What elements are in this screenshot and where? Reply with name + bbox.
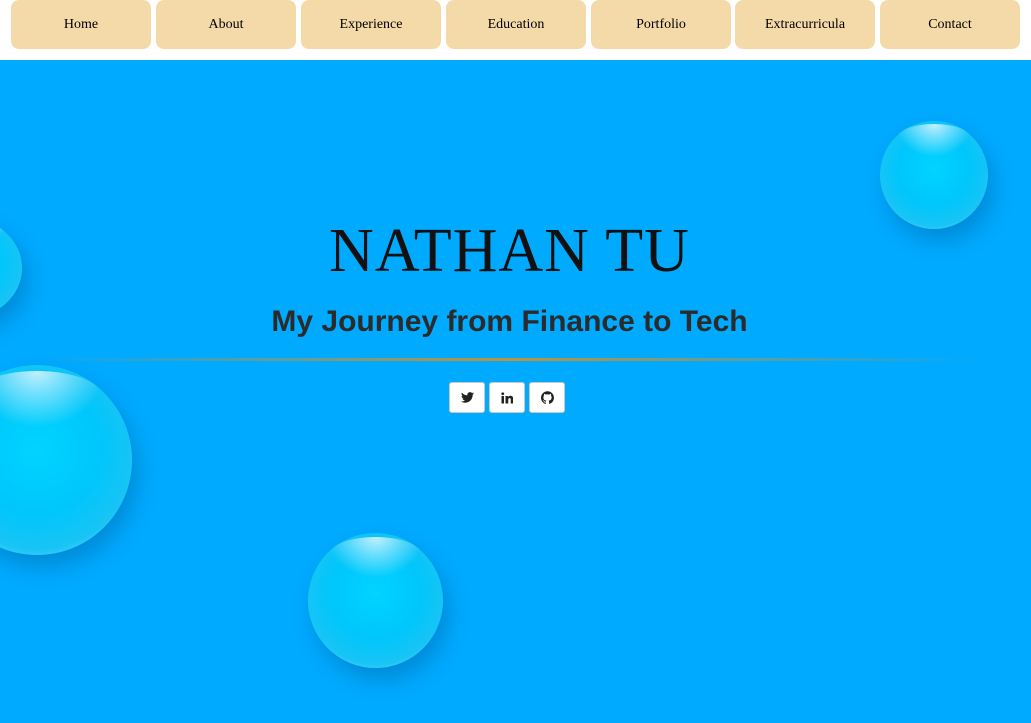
decorative-bubble <box>880 121 988 229</box>
social-links <box>449 382 565 413</box>
twitter-button[interactable] <box>449 382 485 413</box>
linkedin-button[interactable] <box>489 382 525 413</box>
linkedin-icon <box>501 391 513 404</box>
nav-education-button[interactable]: Education <box>446 0 586 49</box>
twitter-icon <box>460 392 474 403</box>
top-navigation: Home About Experience Education Portfoli… <box>0 0 1031 60</box>
nav-home-button[interactable]: Home <box>11 0 151 49</box>
nav-about-button[interactable]: About <box>156 0 296 49</box>
hero-section: NATHAN TU My Journey from Finance to Tec… <box>0 60 1031 723</box>
github-button[interactable] <box>529 382 565 413</box>
nav-experience-button[interactable]: Experience <box>301 0 441 49</box>
nav-contact-button[interactable]: Contact <box>880 0 1020 49</box>
github-icon <box>540 391 554 404</box>
decorative-bubble <box>308 533 443 668</box>
nav-portfolio-button[interactable]: Portfolio <box>591 0 731 49</box>
decorative-bubble <box>0 365 132 555</box>
page-title: NATHAN TU <box>329 217 690 285</box>
title-divider <box>40 358 980 361</box>
page-subtitle: My Journey from Finance to Tech <box>271 305 748 338</box>
nav-extracurricula-button[interactable]: Extracurricula <box>735 0 875 49</box>
